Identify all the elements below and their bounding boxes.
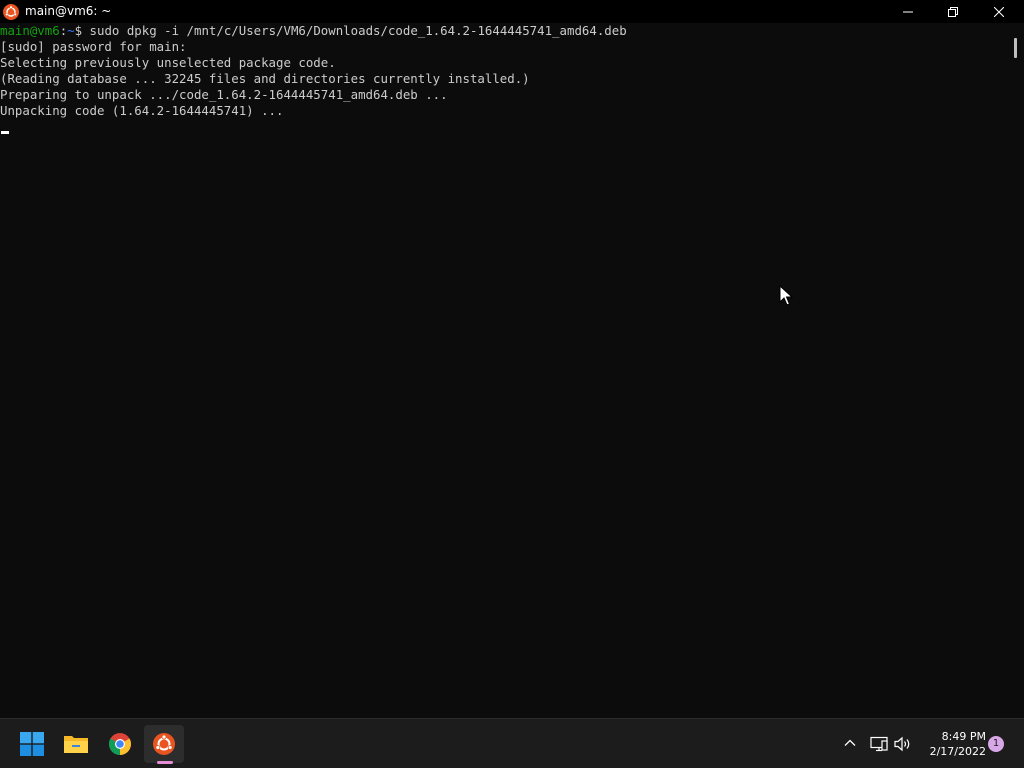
taskbar-chrome[interactable] [100, 725, 140, 763]
ubuntu-icon [153, 733, 175, 755]
active-app-indicator [157, 761, 173, 764]
clock-time: 8:49 PM [941, 730, 986, 743]
start-button[interactable] [12, 725, 52, 763]
volume-icon [894, 736, 910, 752]
terminal-line: Unpacking code (1.64.2-1644445741) ... [0, 103, 284, 118]
show-hidden-icons-button[interactable] [843, 736, 857, 750]
notification-badge[interactable]: 1 [988, 736, 1004, 752]
volume-button[interactable] [894, 736, 912, 752]
restore-icon [948, 6, 958, 17]
network-icon [870, 736, 888, 752]
prompt-user: main@vm6 [0, 23, 60, 38]
minimize-icon [903, 11, 913, 12]
taskbar-clock[interactable]: 8:49 PM 2/17/2022 [916, 729, 986, 759]
windows-start-icon [20, 732, 44, 756]
terminal-line: Preparing to unpack .../code_1.64.2-1644… [0, 87, 448, 102]
network-button[interactable] [870, 736, 888, 752]
scrollbar-thumb[interactable] [1014, 38, 1017, 58]
prompt-symbol: $ [74, 23, 83, 38]
chrome-icon [109, 733, 131, 755]
taskbar: 8:49 PM 2/17/2022 1 [0, 718, 1024, 768]
folder-icon [64, 736, 88, 753]
terminal-cursor [1, 131, 9, 134]
prompt-path: ~ [67, 23, 75, 38]
ubuntu-icon [3, 3, 19, 20]
terminal-command-line: main@vm6:~$ sudo dpkg -i /mnt/c/Users/VM… [0, 23, 1008, 39]
window-title: main@vm6: ~ [25, 4, 112, 18]
close-icon [994, 6, 1004, 17]
terminal-line: [sudo] password for main: [0, 39, 187, 54]
taskbar-ubuntu[interactable] [144, 725, 184, 763]
terminal-output[interactable]: main@vm6:~$ sudo dpkg -i /mnt/c/Users/VM… [0, 23, 1008, 718]
terminal-line: (Reading database ... 32245 files and di… [0, 71, 530, 86]
terminal-scrollbar[interactable] [1008, 23, 1024, 718]
minimize-button[interactable] [885, 0, 931, 23]
taskbar-file-explorer[interactable] [56, 725, 96, 763]
window-titlebar[interactable]: main@vm6: ~ [0, 0, 1024, 23]
clock-date: 2/17/2022 [929, 745, 986, 758]
terminal-command: sudo dpkg -i /mnt/c/Users/VM6/Downloads/… [82, 23, 627, 38]
maximize-button[interactable] [930, 0, 976, 23]
chevron-up-icon [844, 739, 856, 746]
close-button[interactable] [976, 0, 1022, 23]
mouse-pointer-icon [779, 285, 793, 306]
terminal-line: Selecting previously unselected package … [0, 55, 336, 70]
